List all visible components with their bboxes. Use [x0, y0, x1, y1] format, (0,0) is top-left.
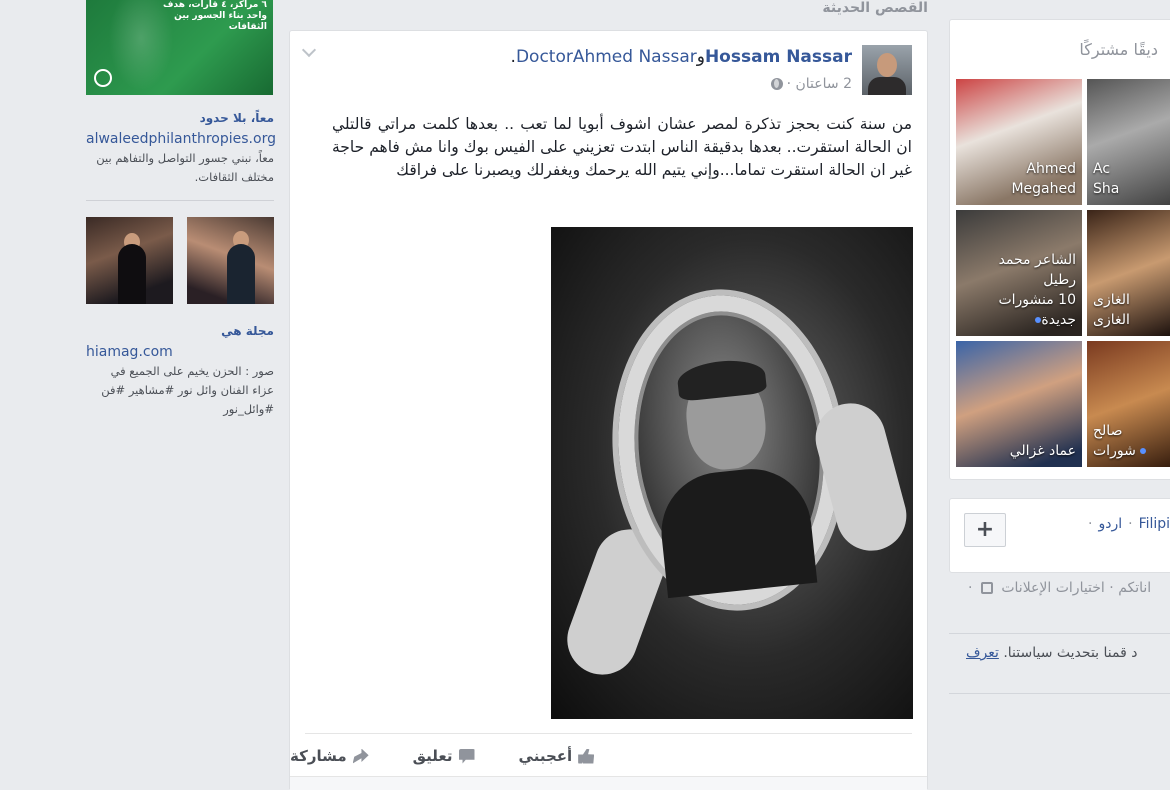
language-link-urdu[interactable]: اردو — [1098, 516, 1122, 532]
privacy-link[interactable]: اناتكم — [1118, 580, 1151, 596]
feed-post: Hossam NassarوDoctorAhmed Nassar. 2 ساعت… — [289, 30, 928, 790]
comment-button[interactable]: تعليق — [413, 736, 475, 776]
post-timestamp[interactable]: 2 ساعتان · — [787, 76, 852, 92]
ad-hiamag: مجلة هي hiamag.com صور : الحزن يخيم على … — [86, 304, 274, 419]
new-posts-label: شورات — [1093, 443, 1136, 459]
friend-name: الغازى الغازى — [1093, 290, 1130, 330]
policy-notice: د قمنا بتحديث سياستنا. تعرف — [966, 645, 1137, 661]
friend-name-line: 10 منشورات — [998, 292, 1076, 308]
new-posts-label: جديدة — [1041, 312, 1076, 328]
friend-tile[interactable]: الغازى الغازى — [1087, 210, 1170, 336]
footer-divider — [949, 633, 1170, 634]
post-text: من سنة كنت بحجز تذكرة لمصر عشان اشوف أبو… — [332, 115, 912, 179]
conjunction: و — [696, 47, 705, 67]
friend-tile[interactable]: Ac Sha — [1087, 79, 1170, 205]
like-button[interactable]: أعجبني — [519, 736, 595, 776]
friend-name-line: Sha — [1093, 181, 1120, 197]
separator-dot: · — [1088, 516, 1093, 532]
tagged-name[interactable]: DoctorAhmed Nassar — [516, 47, 697, 67]
banner-text: ٦ مراكز، ٤ قارات، هدف واحد بناء الجسور ب… — [163, 0, 267, 32]
friend-name: Ac Sha — [1093, 159, 1119, 199]
separator-dot: · — [968, 580, 973, 596]
portrait-body — [655, 463, 818, 599]
add-language-button[interactable]: + — [964, 513, 1006, 547]
like-icon — [578, 748, 595, 764]
comment-icon — [458, 748, 475, 764]
friend-name-line: الشاعر محمد — [998, 252, 1076, 268]
post-meta: 2 ساعتان · — [770, 76, 852, 92]
policy-text: د قمنا بتحديث سياستنا. — [1003, 645, 1138, 661]
chevron-down-icon[interactable] — [301, 42, 317, 58]
friend-name-line: الغازى — [1093, 312, 1130, 328]
left-ads-column: ٦ مراكز، ٤ قارات، هدف واحد بناء الجسور ب… — [86, 0, 276, 419]
friend-name: صالح شورات — [1093, 421, 1146, 461]
friend-name-line: Ahmed — [1026, 161, 1076, 177]
separator-dot: · — [1109, 580, 1114, 596]
friend-name-line: جديدة — [998, 310, 1076, 330]
comment-label: تعليق — [412, 747, 453, 765]
mutual-friends-title: ديقًا مشتركًا — [1079, 40, 1158, 59]
languages-card: + · اردو · Filipino — [949, 498, 1170, 573]
ad-description: صور : الحزن يخيم على الجميع في عزاء الفن… — [101, 364, 274, 416]
ad-choices-icon — [980, 582, 993, 594]
friend-name: الشاعر محمد رطيل 10 منشورات جديدة — [998, 250, 1076, 330]
friend-tile[interactable]: Ahmed Megahed — [956, 79, 1082, 205]
share-icon — [352, 748, 369, 764]
friend-name-line: عماد غزالي — [1009, 443, 1076, 459]
ad-divider — [86, 200, 274, 201]
friend-tile[interactable]: الشاعر محمد رطيل 10 منشورات جديدة — [956, 210, 1082, 336]
post-photo[interactable] — [551, 227, 913, 719]
photo-person-body — [118, 244, 146, 304]
avatar-head — [877, 53, 897, 77]
mutual-friends-card: ديقًا مشتركًا Ahmed Megahed Ac Sha الشاع… — [949, 19, 1170, 480]
ad-photos[interactable] — [86, 217, 274, 304]
friend-name-line: رطيل — [1043, 272, 1076, 288]
post-header: Hossam NassarوDoctorAhmed Nassar. — [511, 47, 852, 67]
ad-banner-image[interactable]: ٦ مراكز، ٤ قارات، هدف واحد بناء الجسور ب… — [86, 0, 273, 95]
friend-tile[interactable]: عماد غزالي — [956, 341, 1082, 467]
ad-photo-crowd[interactable] — [86, 217, 173, 304]
new-dot-icon — [1139, 448, 1146, 454]
separator-dot: · — [1128, 516, 1133, 532]
friend-name: Ahmed Megahed — [1011, 159, 1076, 199]
author-name[interactable]: Hossam Nassar — [705, 47, 852, 67]
language-links: · اردو · Filipino — [1082, 516, 1170, 532]
learn-more-link[interactable]: تعرف — [966, 645, 999, 661]
friend-tile[interactable]: صالح شورات — [1087, 341, 1170, 467]
footer-links: اناتكم · اختيارات الإعلانات · — [968, 580, 1151, 596]
post-divider — [305, 733, 912, 734]
share-button[interactable]: مشاركة — [290, 736, 369, 776]
globe-icon[interactable] — [770, 78, 783, 90]
share-label: مشاركة — [290, 747, 347, 765]
banner-logo-icon — [94, 69, 112, 87]
ad-title[interactable]: معاً، بلا حدود — [86, 111, 274, 125]
friend-name-line: Megahed — [1011, 181, 1076, 197]
ad-description: معاً، نبني جسور التواصل والتفاهم بين مخت… — [96, 151, 274, 184]
friend-name-line: شورات — [1093, 441, 1146, 461]
friend-name: عماد غزالي — [1010, 441, 1076, 461]
friend-name-line: صالح — [1093, 423, 1123, 439]
ad-alwaleed: معاً، بلا حدود alwaleedphilanthropies.or… — [86, 95, 276, 187]
avatar-body — [868, 77, 906, 95]
friend-name-line: Ac — [1093, 161, 1111, 177]
feed-section-title: القصص الحديثة — [822, 0, 928, 16]
friend-name-line: الغازى — [1093, 292, 1130, 308]
photo-person-body — [227, 244, 255, 304]
like-label: أعجبني — [518, 747, 573, 765]
ad-url[interactable]: alwaleedphilanthropies.org — [86, 131, 276, 147]
ad-title[interactable]: مجلة هي — [86, 324, 274, 338]
post-actions: أعجبني تعليق مشاركة — [290, 736, 912, 776]
language-link-filipino[interactable]: Filipino — [1139, 516, 1170, 532]
avatar[interactable] — [862, 45, 912, 95]
footer-divider — [949, 693, 1170, 694]
post-footer-strip — [290, 776, 927, 790]
ad-photo-woman[interactable] — [187, 217, 274, 304]
ad-choices-link[interactable]: اختيارات الإعلانات — [1001, 580, 1104, 596]
ad-url[interactable]: hiamag.com — [86, 344, 274, 360]
